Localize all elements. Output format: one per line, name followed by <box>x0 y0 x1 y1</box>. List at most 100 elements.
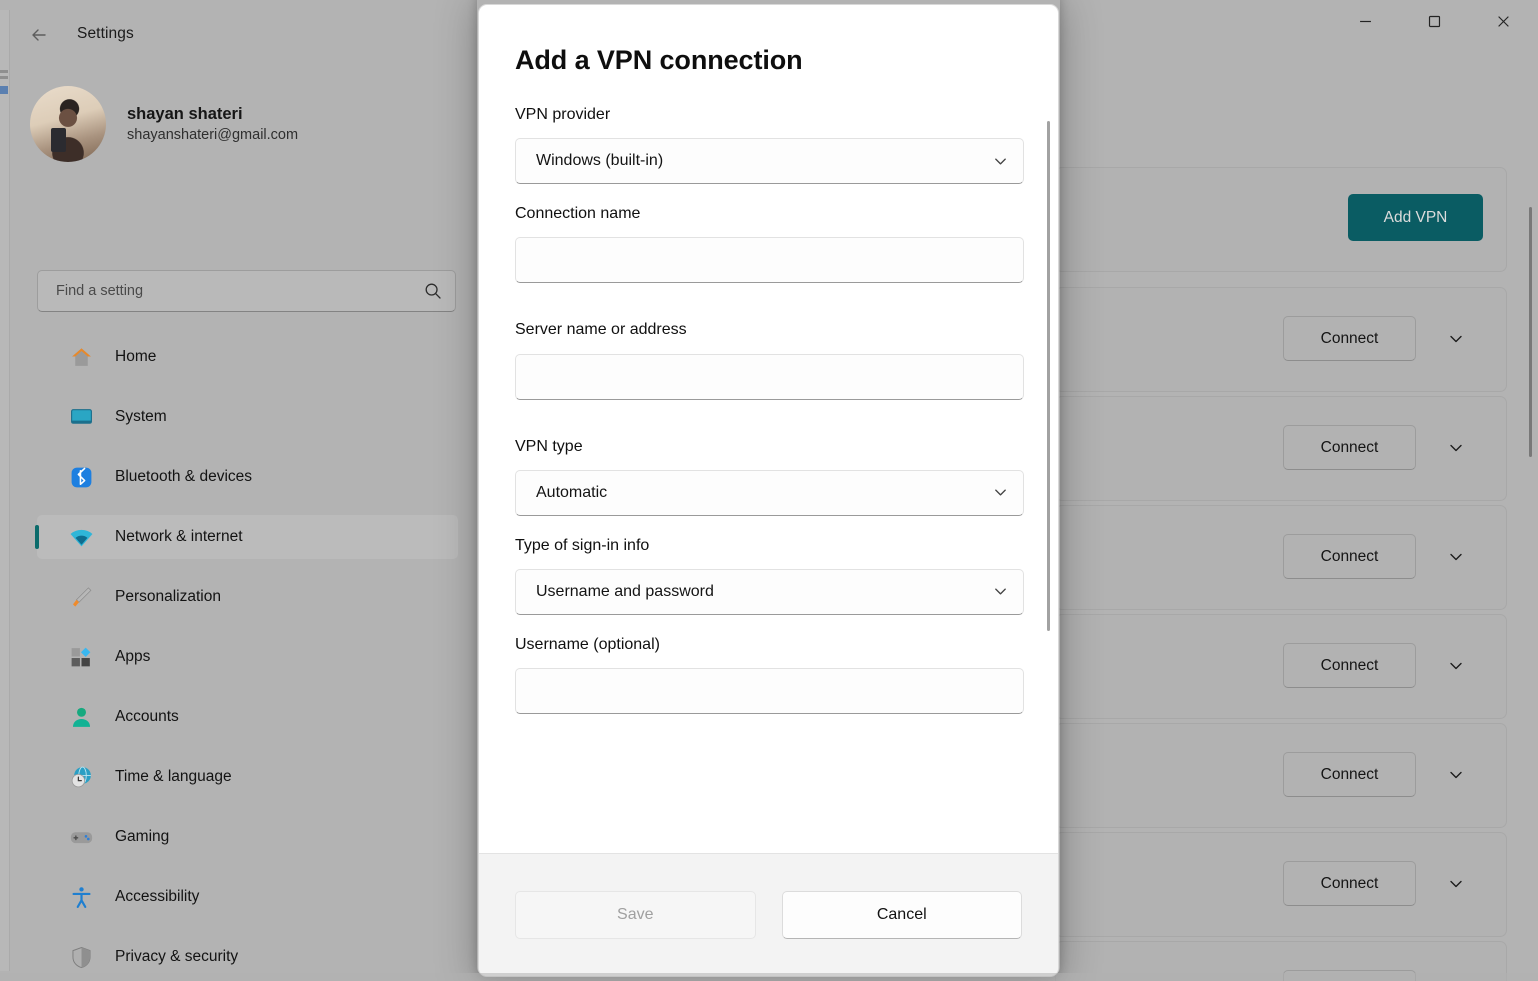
field-connection-name: Connection name <box>515 204 1024 284</box>
sidebar-item-label: Gaming <box>115 828 170 845</box>
field-label: Connection name <box>515 205 641 223</box>
sidebar-item-label: Time & language <box>115 768 232 785</box>
dialog-footer: Save Cancel <box>479 853 1058 976</box>
add-vpn-card: Add VPN <box>1055 167 1507 272</box>
chevron-down-icon <box>992 153 1009 170</box>
vpn-list-row[interactable]: Connect <box>1055 505 1507 610</box>
vpn-provider-select[interactable]: Windows (built-in) <box>515 138 1024 185</box>
sidebar-item-accessibility[interactable]: Accessibility <box>37 875 458 919</box>
user-profile[interactable]: shayan shateri shayanshateri@gmail.com <box>30 86 298 162</box>
chevron-down-icon[interactable] <box>1441 542 1471 572</box>
search-box[interactable] <box>37 270 456 312</box>
server-name-wrapper[interactable] <box>515 353 1024 400</box>
signin-type-value: Username and password <box>536 582 714 600</box>
system-icon <box>67 404 95 430</box>
apps-icon <box>67 644 95 670</box>
close-icon <box>1497 15 1510 33</box>
username-wrapper[interactable] <box>515 668 1024 715</box>
sidebar-item-label: Home <box>115 348 157 365</box>
connect-button[interactable]: Connect <box>1283 316 1416 361</box>
field-label: Type of sign-in info <box>515 536 650 554</box>
accounts-icon <box>67 704 95 730</box>
dialog-scrollbar[interactable] <box>1047 121 1050 631</box>
connect-button[interactable]: Connect <box>1283 752 1416 797</box>
vpn-type-select[interactable]: Automatic <box>515 469 1024 516</box>
sidebar-item-label: Network & internet <box>115 528 243 545</box>
sidebar-item-label: Bluetooth & devices <box>115 468 253 485</box>
username-input[interactable] <box>536 669 1009 714</box>
sidebar-item-bluetooth[interactable]: Bluetooth & devices <box>37 455 458 499</box>
vpn-list-row[interactable]: Connect <box>1055 396 1507 501</box>
accessibility-icon <box>67 884 95 910</box>
connect-button[interactable]: Connect <box>1283 861 1416 906</box>
field-server-name: Server name or address <box>515 320 1024 400</box>
field-label: Server name or address <box>515 321 687 339</box>
sidebar-item-apps[interactable]: Apps <box>37 635 458 679</box>
dialog-body: Add a VPN connection VPN provider Window… <box>479 5 1058 853</box>
chevron-down-icon[interactable] <box>1441 869 1471 899</box>
chevron-down-icon[interactable] <box>1441 433 1471 463</box>
search-input[interactable] <box>56 283 424 299</box>
save-button[interactable]: Save <box>515 891 756 939</box>
maximize-button[interactable] <box>1400 0 1469 48</box>
page-scrollbar[interactable] <box>1529 207 1532 457</box>
cancel-button[interactable]: Cancel <box>781 891 1022 939</box>
field-signin-type: Type of sign-in info Username and passwo… <box>515 536 1024 615</box>
sidebar-item-home[interactable]: Home <box>37 335 458 379</box>
profile-name: shayan shateri <box>127 104 243 123</box>
sidebar: shayan shateri shayanshateri@gmail.com F… <box>10 52 470 981</box>
vpn-list-row[interactable]: Connect <box>1055 723 1507 828</box>
sidebar-item-label: System <box>115 408 167 425</box>
sidebar-item-label: Accessibility <box>115 888 200 905</box>
connect-button[interactable]: Connect <box>1283 534 1416 579</box>
vpn-type-value: Automatic <box>536 483 608 501</box>
sidebar-item-gaming[interactable]: Gaming <box>37 815 458 859</box>
vpn-provider-value: Windows (built-in) <box>536 152 664 170</box>
wifi-icon <box>67 524 95 550</box>
gamepad-icon <box>67 824 95 850</box>
minimize-button[interactable] <box>1331 0 1400 48</box>
page-title: Settings <box>77 25 134 42</box>
add-vpn-dialog: Add a VPN connection VPN provider Window… <box>478 4 1059 977</box>
shield-icon <box>67 944 95 970</box>
add-vpn-button[interactable]: Add VPN <box>1348 194 1483 241</box>
sidebar-item-time-language[interactable]: Time & language <box>37 755 458 799</box>
vpn-list-row[interactable]: Connect <box>1055 614 1507 719</box>
field-vpn-provider: VPN provider Windows (built-in) <box>515 105 1024 185</box>
window-left-edge <box>0 10 10 971</box>
chevron-down-icon[interactable] <box>1441 760 1471 790</box>
back-arrow-icon <box>29 25 49 50</box>
vpn-list-row[interactable]: Connect <box>1055 287 1507 392</box>
connect-button[interactable]: Connect <box>1283 425 1416 470</box>
dialog-title: Add a VPN connection <box>515 45 803 75</box>
sidebar-item-accounts[interactable]: Accounts <box>37 695 458 739</box>
sidebar-nav: Home System Bluetooth & devices Network … <box>35 335 458 981</box>
vpn-list-row[interactable]: Connect <box>1055 832 1507 937</box>
profile-email: shayanshateri@gmail.com <box>127 126 299 143</box>
paintbrush-icon <box>67 584 95 610</box>
avatar <box>30 86 106 162</box>
chevron-down-icon <box>992 583 1009 600</box>
sidebar-item-label: Privacy & security <box>115 948 239 965</box>
signin-type-select[interactable]: Username and password <box>515 568 1024 615</box>
sidebar-item-network-internet[interactable]: Network & internet <box>35 515 458 559</box>
server-name-input[interactable] <box>536 354 1009 399</box>
field-username: Username (optional) <box>515 635 1024 715</box>
connection-name-input[interactable] <box>536 238 1009 283</box>
back-button[interactable] <box>22 20 56 54</box>
sidebar-item-personalization[interactable]: Personalization <box>37 575 458 619</box>
field-label: Username (optional) <box>515 635 660 653</box>
chevron-down-icon[interactable] <box>1441 651 1471 681</box>
connection-name-wrapper[interactable] <box>515 237 1024 284</box>
bluetooth-icon <box>67 464 95 490</box>
offscreen-app-stub <box>0 70 8 110</box>
field-label: VPN provider <box>515 106 611 123</box>
close-button[interactable] <box>1469 0 1538 48</box>
search-icon <box>424 282 442 300</box>
sidebar-item-label: Apps <box>115 648 151 665</box>
sidebar-item-system[interactable]: System <box>37 395 458 439</box>
connect-button[interactable]: Connect <box>1283 643 1416 688</box>
chevron-down-icon[interactable] <box>1441 324 1471 354</box>
minimize-icon <box>1359 15 1372 33</box>
maximize-icon <box>1428 15 1441 33</box>
